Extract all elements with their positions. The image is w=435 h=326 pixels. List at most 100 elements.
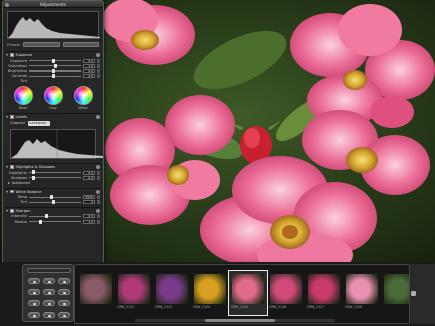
gear-icon[interactable] <box>96 164 100 169</box>
slider-value[interactable]: 1.0 <box>83 63 95 68</box>
slider-knob[interactable] <box>39 219 43 224</box>
stepper-icon[interactable] <box>97 219 100 224</box>
thumbnail[interactable]: CRW_2126 <box>267 271 305 315</box>
black-wheel[interactable]: Black <box>13 85 33 110</box>
gear-icon[interactable] <box>96 114 100 119</box>
gray-wheel[interactable]: Gray <box>43 85 63 110</box>
slider-knob[interactable] <box>31 175 35 180</box>
thumbnail[interactable]: CRW_2122 <box>115 271 153 315</box>
slider-track[interactable] <box>29 170 81 175</box>
stepper-icon[interactable] <box>97 214 100 219</box>
thumbnail[interactable]: CRW_2128 <box>343 271 381 315</box>
slider-track[interactable] <box>29 68 81 73</box>
enable-checkbox[interactable] <box>10 165 14 169</box>
disclosure-triangle-icon[interactable] <box>8 181 10 184</box>
preset-popup[interactable] <box>23 42 60 47</box>
stepper-icon[interactable] <box>97 195 100 200</box>
close-icon[interactable] <box>5 2 9 7</box>
thumbnail[interactable]: CRW_2123 <box>153 271 191 315</box>
disclosure-triangle-icon[interactable] <box>6 54 8 56</box>
slider-knob[interactable] <box>44 214 48 219</box>
thumbnail[interactable] <box>381 271 409 315</box>
search-field[interactable] <box>27 268 71 273</box>
slider-knob[interactable] <box>31 170 35 175</box>
slider-track[interactable] <box>29 74 81 79</box>
stepper-icon[interactable] <box>97 74 100 79</box>
scroll-thumb[interactable] <box>205 319 275 322</box>
slider-row[interactable]: Radius 1.0 <box>6 219 100 224</box>
stepper-icon[interactable] <box>97 58 100 63</box>
color-wheel-icon[interactable] <box>13 85 33 105</box>
slider-row[interactable]: Exposure 0.0 <box>6 58 100 63</box>
rating-button[interactable] <box>28 278 40 284</box>
slider-value[interactable]: 5000 <box>83 195 95 200</box>
slider-knob[interactable] <box>49 195 53 199</box>
thumbnail[interactable]: CRW_2127 <box>305 271 343 315</box>
slider-knob[interactable] <box>53 63 57 68</box>
disclosure-triangle-icon[interactable] <box>6 209 8 212</box>
slider-value[interactable]: 0.5 <box>83 214 95 219</box>
thumbnail[interactable]: CRW_2124 <box>191 271 229 315</box>
adjustments-hud[interactable]: Adjustments Presets Exposure Exposure 0.… <box>2 0 104 264</box>
rotate-left-button[interactable] <box>28 289 40 295</box>
stepper-icon[interactable] <box>97 68 100 73</box>
slider-track[interactable] <box>29 200 81 205</box>
slider-value[interactable]: 1.0 <box>83 219 95 224</box>
slider-value[interactable]: 0.0 <box>83 58 95 63</box>
thumbnail[interactable]: CRW_2125 <box>228 270 268 316</box>
slider-track[interactable] <box>29 195 81 199</box>
disclosure-triangle-icon[interactable] <box>6 115 8 118</box>
color-wheel-icon[interactable] <box>73 85 93 105</box>
enable-checkbox[interactable] <box>10 115 14 119</box>
filmstrip-scrollbar[interactable] <box>135 319 335 322</box>
loupe-button[interactable] <box>43 289 55 295</box>
advanced-row[interactable]: Advanced <box>6 180 100 185</box>
slider-knob[interactable] <box>52 68 56 73</box>
slider-track[interactable] <box>29 58 81 63</box>
enable-checkbox[interactable] <box>10 53 14 57</box>
slider-row[interactable]: Brightness 0.0 <box>6 68 100 73</box>
slider-value[interactable]: 0.0 <box>83 170 95 175</box>
crop-button[interactable] <box>28 300 40 306</box>
gear-icon[interactable] <box>96 208 100 213</box>
slider-track[interactable] <box>29 175 81 180</box>
slider-knob[interactable] <box>52 74 56 79</box>
disclosure-triangle-icon[interactable] <box>6 165 8 168</box>
straighten-button[interactable] <box>43 300 55 306</box>
enable-checkbox[interactable] <box>10 189 14 194</box>
label-button[interactable] <box>58 278 70 284</box>
stepper-icon[interactable] <box>97 63 100 68</box>
slider-knob[interactable] <box>52 58 56 63</box>
slider-track[interactable] <box>29 214 81 219</box>
expand-icon[interactable] <box>411 291 416 296</box>
slider-track[interactable] <box>29 219 81 224</box>
slider-track[interactable] <box>29 63 81 68</box>
stepper-icon[interactable] <box>97 200 100 205</box>
white-wheel[interactable]: White <box>73 85 93 110</box>
stepper-icon[interactable] <box>97 170 100 175</box>
disclosure-triangle-icon[interactable] <box>6 190 8 193</box>
filmstrip[interactable]: CRW_2128 CRW_2127 CRW_2126 CRW_2125 CRW_2124… <box>74 264 410 324</box>
slider-row[interactable]: Contrast 0.0 <box>6 74 100 79</box>
gear-icon[interactable] <box>96 53 100 57</box>
slider-value[interactable]: 0.0 <box>83 68 95 73</box>
rotate-right-button[interactable] <box>58 289 70 295</box>
view-mode-button[interactable] <box>28 312 40 318</box>
slider-row[interactable]: Tint 0 <box>6 200 100 205</box>
slider-value[interactable]: 0.0 <box>83 175 95 180</box>
stepper-icon[interactable] <box>97 175 100 180</box>
redeye-button[interactable] <box>58 300 70 306</box>
channel-dropdown[interactable]: Luminance <box>27 120 50 126</box>
slider-value[interactable]: 0 <box>83 200 95 205</box>
filmstrip-button[interactable] <box>43 312 55 318</box>
levels-histogram[interactable] <box>10 128 103 159</box>
flag-button[interactable] <box>43 278 55 284</box>
color-wheel-icon[interactable] <box>43 85 63 105</box>
enable-checkbox[interactable] <box>10 209 14 213</box>
slider-value[interactable]: 0.0 <box>83 74 95 79</box>
grid-button[interactable] <box>58 312 70 318</box>
slider-knob[interactable] <box>52 200 56 205</box>
gear-icon[interactable] <box>96 189 100 194</box>
thumbnail[interactable] <box>77 271 115 315</box>
add-adjustment-button[interactable] <box>62 42 100 47</box>
